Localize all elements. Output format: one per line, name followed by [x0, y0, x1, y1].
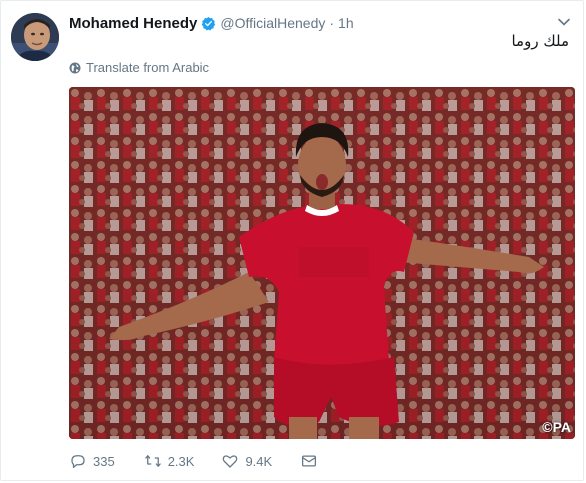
tweet-card[interactable]: Mohamed Henedy @OfficialHenedy · 1h ملك …: [0, 0, 584, 481]
tweet-actions: 335 2.3K 9.4K: [69, 452, 324, 470]
retweet-icon: [144, 455, 161, 467]
photo-credit: ©PA: [542, 419, 571, 435]
author-name[interactable]: Mohamed Henedy: [69, 15, 197, 32]
avatar[interactable]: [11, 13, 59, 61]
reply-button[interactable]: 335: [69, 452, 115, 470]
retweet-button[interactable]: 2.3K: [144, 452, 195, 470]
globe-icon: [69, 62, 81, 74]
message-icon: [302, 455, 317, 467]
tweet-text: ملك روما: [511, 32, 569, 50]
like-button[interactable]: 9.4K: [221, 452, 272, 470]
retweet-count: 2.3K: [167, 453, 195, 469]
direct-message-button[interactable]: [300, 452, 324, 470]
like-count: 9.4K: [245, 453, 273, 469]
tweet-header: Mohamed Henedy @OfficialHenedy · 1h: [69, 13, 354, 33]
translate-label: Translate from Arabic: [86, 60, 210, 75]
translate-link[interactable]: Translate from Arabic: [69, 60, 209, 75]
chevron-down-icon[interactable]: [557, 15, 571, 29]
reply-icon: [71, 455, 85, 469]
verified-badge-icon: [201, 16, 216, 31]
like-icon: [223, 455, 238, 468]
tweet-photo[interactable]: ©PA: [69, 87, 575, 439]
separator-dot: ·: [329, 15, 335, 31]
tweet-timestamp[interactable]: 1h: [338, 15, 354, 31]
reply-count: 335: [93, 453, 115, 469]
author-handle[interactable]: @OfficialHenedy: [220, 15, 325, 31]
